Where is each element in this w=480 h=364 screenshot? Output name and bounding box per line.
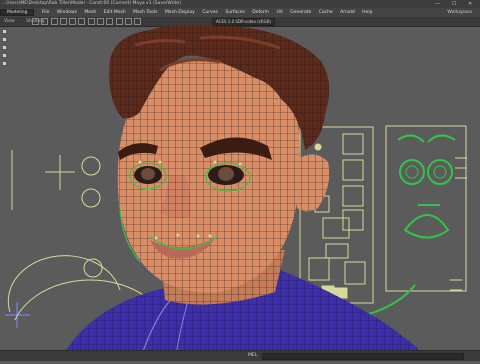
menu-curves[interactable]: Curves (202, 10, 218, 15)
menu-deform[interactable]: Deform (252, 10, 269, 15)
menu-file[interactable]: File (42, 10, 50, 15)
3d-viewport[interactable] (0, 22, 480, 361)
toolbar-icon-3[interactable] (50, 18, 58, 25)
menu-mesh-tools[interactable]: Mesh Tools (133, 10, 157, 15)
toolbar-icon-10[interactable] (115, 18, 123, 25)
menu-cache[interactable]: Cache (319, 10, 333, 15)
view-tools-icon[interactable] (3, 30, 6, 65)
toolbar-icon-1[interactable] (32, 18, 39, 25)
menu-arnold[interactable]: Arnold (340, 10, 355, 15)
menu-surfaces[interactable]: Surfaces (225, 10, 245, 15)
toolbar-icon-8[interactable] (96, 18, 104, 25)
toolbar-icon-2[interactable] (41, 18, 49, 25)
workspace-selector[interactable]: Workspace (447, 8, 472, 17)
toolbar-icon-7[interactable] (87, 18, 95, 25)
color-management-field[interactable]: ACES 1.0 SDR-video (sRGB) (212, 18, 276, 26)
toolbar-icon-9[interactable] (106, 18, 114, 25)
panel-menu-view[interactable]: View (4, 19, 15, 24)
title-bar: ...Users\ME\Desktop\Rob Tiller\Model - C… (0, 0, 480, 8)
menu-set-dropdown[interactable]: Modeling (0, 9, 35, 16)
window-title: ...Users\ME\Desktop\Rob Tiller\Model - C… (2, 1, 181, 6)
close-button[interactable]: ✕ (468, 0, 472, 8)
toolbar-icon-5[interactable] (69, 18, 77, 25)
command-input[interactable] (262, 353, 464, 360)
menu-help[interactable]: Help (362, 10, 372, 15)
toolbar-icon-12[interactable] (134, 18, 142, 25)
menu-mesh-display[interactable]: Mesh Display (165, 10, 195, 15)
toolbar-icon-6[interactable] (78, 18, 86, 25)
viewport-canvas[interactable] (0, 22, 480, 361)
command-line: MEL (0, 350, 480, 361)
face-control-board[interactable] (299, 125, 467, 304)
menu-generate[interactable]: Generate (290, 10, 311, 15)
menu-windows[interactable]: Windows (57, 10, 77, 15)
menu-uv[interactable]: UV (276, 10, 282, 15)
viewport-toolbar: ACES 1.0 SDR-video (sRGB) (32, 17, 392, 26)
minimize-button[interactable]: — (435, 0, 440, 8)
toolbar-icon-11[interactable] (124, 18, 132, 25)
menu-bar: Modeling File Windows Mesh Edit Mesh Mes… (0, 8, 480, 17)
menu-mesh[interactable]: Mesh (84, 10, 96, 15)
toolbar-icon-4[interactable] (59, 18, 67, 25)
menu-edit-mesh[interactable]: Edit Mesh (104, 10, 126, 15)
maximize-button[interactable]: ☐ (452, 0, 456, 8)
